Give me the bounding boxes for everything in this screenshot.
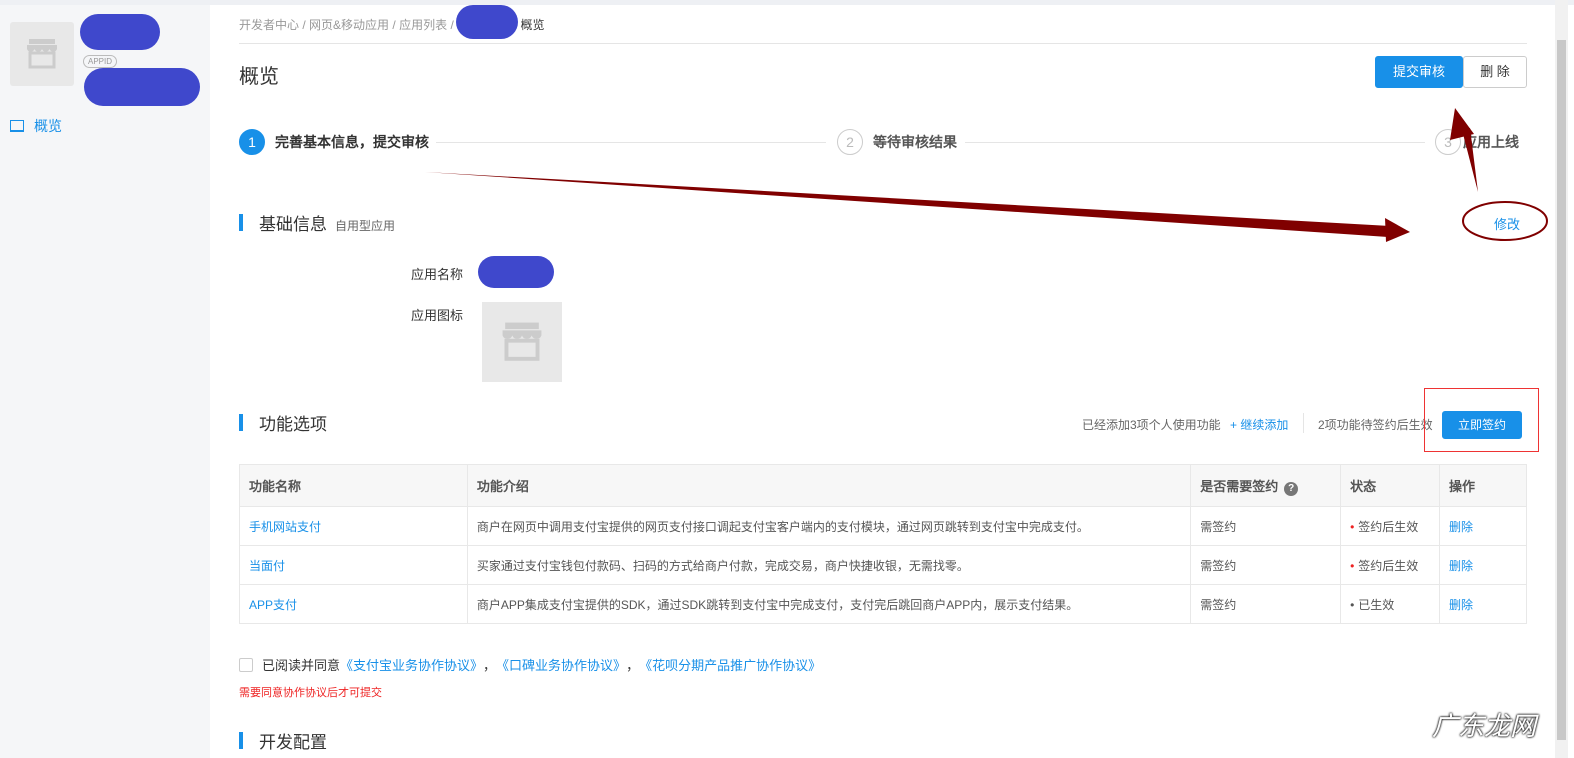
annotation-arrowhead: [1385, 218, 1410, 242]
annotation-arrow: [425, 172, 1390, 237]
annotation-box: [1424, 388, 1539, 452]
annotation-arrow: [1462, 128, 1478, 192]
annotation-overlay: [425, 108, 1548, 452]
annotation-ellipse: [1462, 201, 1548, 241]
watermark: 广东龙网: [1432, 711, 1537, 741]
